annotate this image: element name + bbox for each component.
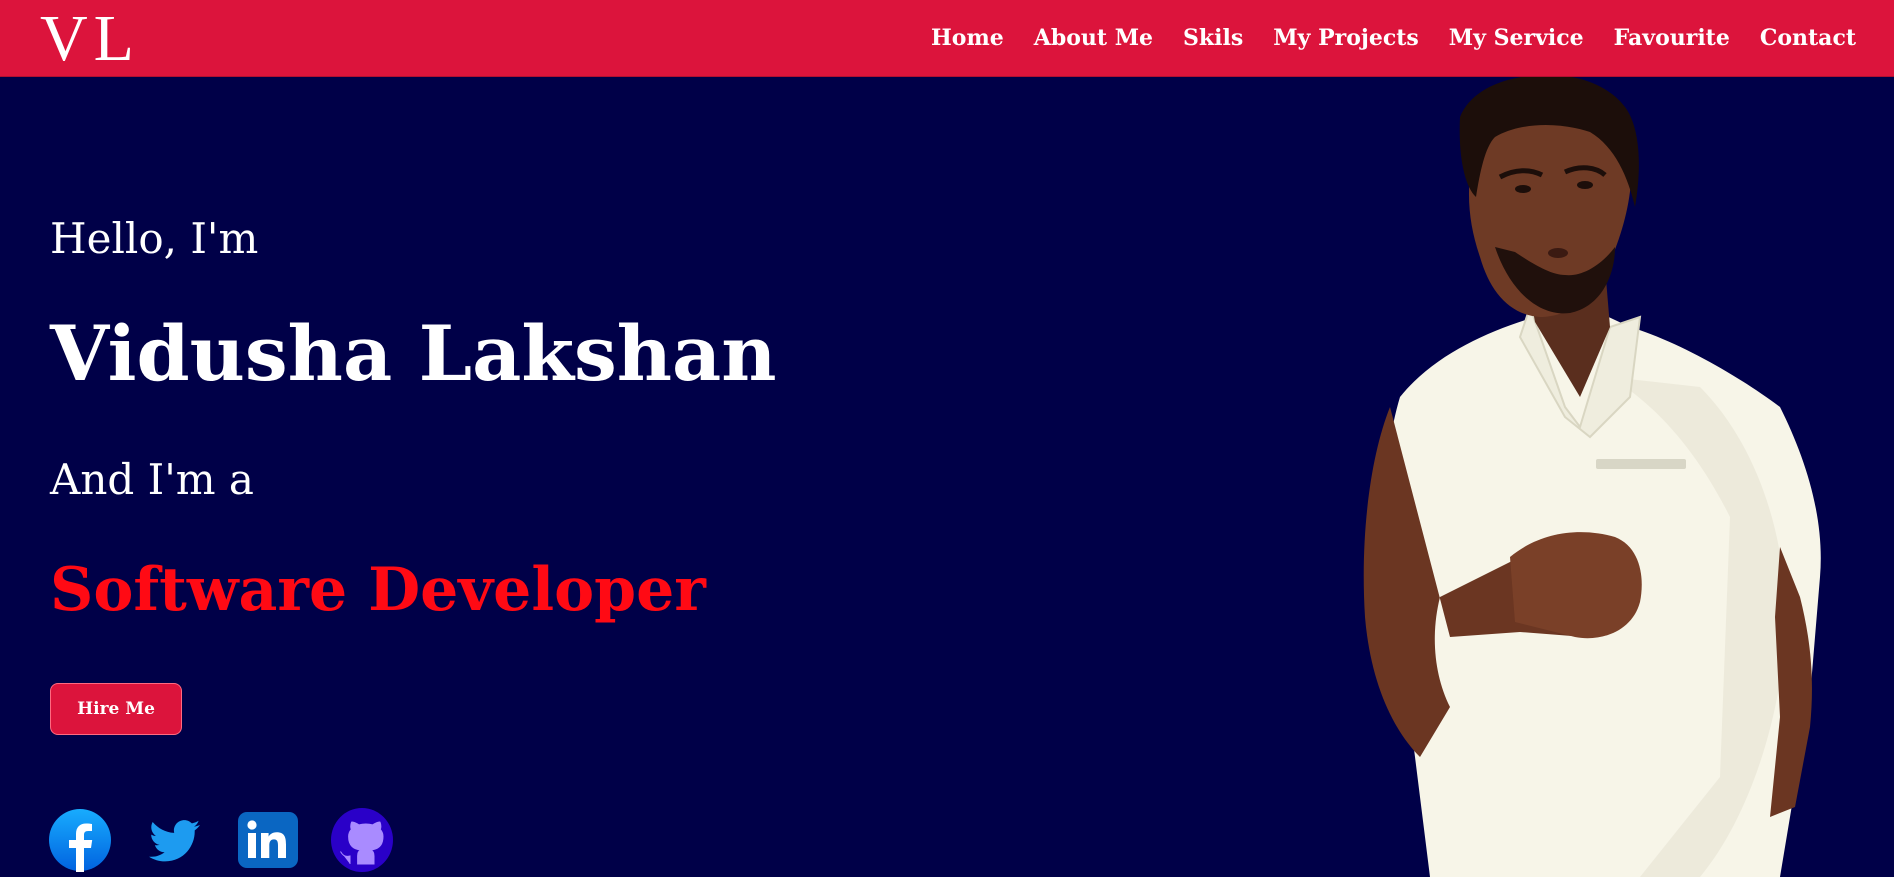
hero-greeting: Hello, I'm [50, 214, 259, 263]
social-links [48, 808, 394, 872]
hero-intro: And I'm a [50, 455, 254, 504]
nav-item-favourite[interactable]: Favourite [1614, 24, 1730, 52]
hire-me-button[interactable]: Hire Me [50, 683, 182, 735]
nav-item-about-me[interactable]: About Me [1034, 24, 1153, 52]
nav-item-contact[interactable]: Contact [1760, 24, 1856, 52]
twitter-icon[interactable] [142, 808, 206, 872]
nav-item-skills[interactable]: Skils [1183, 24, 1243, 52]
github-icon[interactable] [330, 808, 394, 872]
linkedin-icon[interactable] [236, 808, 300, 872]
nav-item-my-projects[interactable]: My Projects [1273, 24, 1419, 52]
hero-section: Hello, I'm Vidusha Lakshan And I'm a Sof… [0, 77, 1894, 877]
hero-role: Software Developer [50, 555, 706, 625]
main-nav: Home About Me Skils My Projects My Servi… [931, 24, 1856, 52]
navbar: VL Home About Me Skils My Projects My Se… [0, 0, 1894, 77]
facebook-icon[interactable] [48, 808, 112, 872]
logo[interactable]: VL [40, 6, 140, 72]
nav-item-my-service[interactable]: My Service [1449, 24, 1584, 52]
nav-item-home[interactable]: Home [931, 24, 1004, 52]
hero-name: Vidusha Lakshan [50, 309, 777, 398]
profile-photo [1363, 77, 1821, 877]
